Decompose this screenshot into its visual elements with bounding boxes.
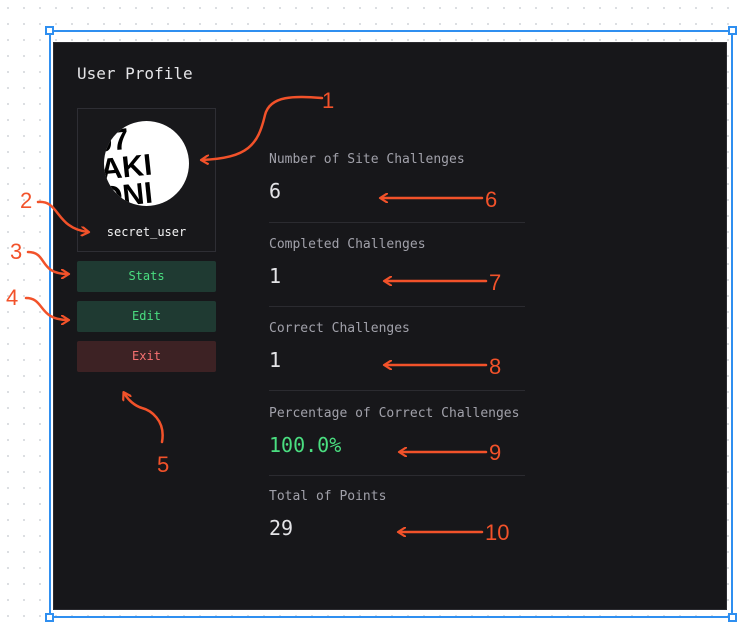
resize-handle-bottom-right[interactable] xyxy=(728,613,737,622)
resize-handle-top-left[interactable] xyxy=(45,26,54,35)
stat-value: 100.0% xyxy=(269,433,342,457)
annotation-number-2: 2 xyxy=(20,188,32,213)
avatar-text-line-3: ONI xyxy=(104,177,154,206)
stat-total-points: Total of Points 29 xyxy=(269,489,525,540)
edit-button[interactable]: Edit xyxy=(77,301,216,332)
stat-value: 6 xyxy=(269,179,282,203)
stat-label: Correct Challenges xyxy=(269,321,410,336)
resize-handle-bottom-left[interactable] xyxy=(45,613,54,622)
stat-label: Total of Points xyxy=(269,489,387,504)
stat-correct-challenges: Correct Challenges 1 xyxy=(269,321,525,372)
stats-button[interactable]: Stats xyxy=(77,261,216,292)
username: secret_user xyxy=(106,225,187,239)
page-title: User Profile xyxy=(77,64,193,83)
stat-value: 1 xyxy=(269,264,282,288)
divider xyxy=(269,475,525,476)
stat-site-challenges: Number of Site Challenges 6 xyxy=(269,152,525,203)
annotation-number-3: 3 xyxy=(10,239,22,264)
annotation-number-4: 4 xyxy=(6,285,18,310)
divider xyxy=(269,390,525,391)
avatar: 07 AKI ONI xyxy=(104,121,189,206)
stat-label: Number of Site Challenges xyxy=(269,152,465,167)
stat-completed-challenges: Completed Challenges 1 xyxy=(269,237,525,288)
stat-percentage-correct: Percentage of Correct Challenges 100.0% xyxy=(269,406,525,457)
stat-value: 29 xyxy=(269,516,294,540)
stat-label: Completed Challenges xyxy=(269,237,426,252)
exit-button[interactable]: Exit xyxy=(77,341,216,372)
avatar-card: 07 AKI ONI secret_user xyxy=(77,108,216,252)
divider xyxy=(269,306,525,307)
divider xyxy=(269,222,525,223)
resize-handle-top-right[interactable] xyxy=(728,26,737,35)
stat-value: 1 xyxy=(269,348,282,372)
stat-label: Percentage of Correct Challenges xyxy=(269,406,520,421)
